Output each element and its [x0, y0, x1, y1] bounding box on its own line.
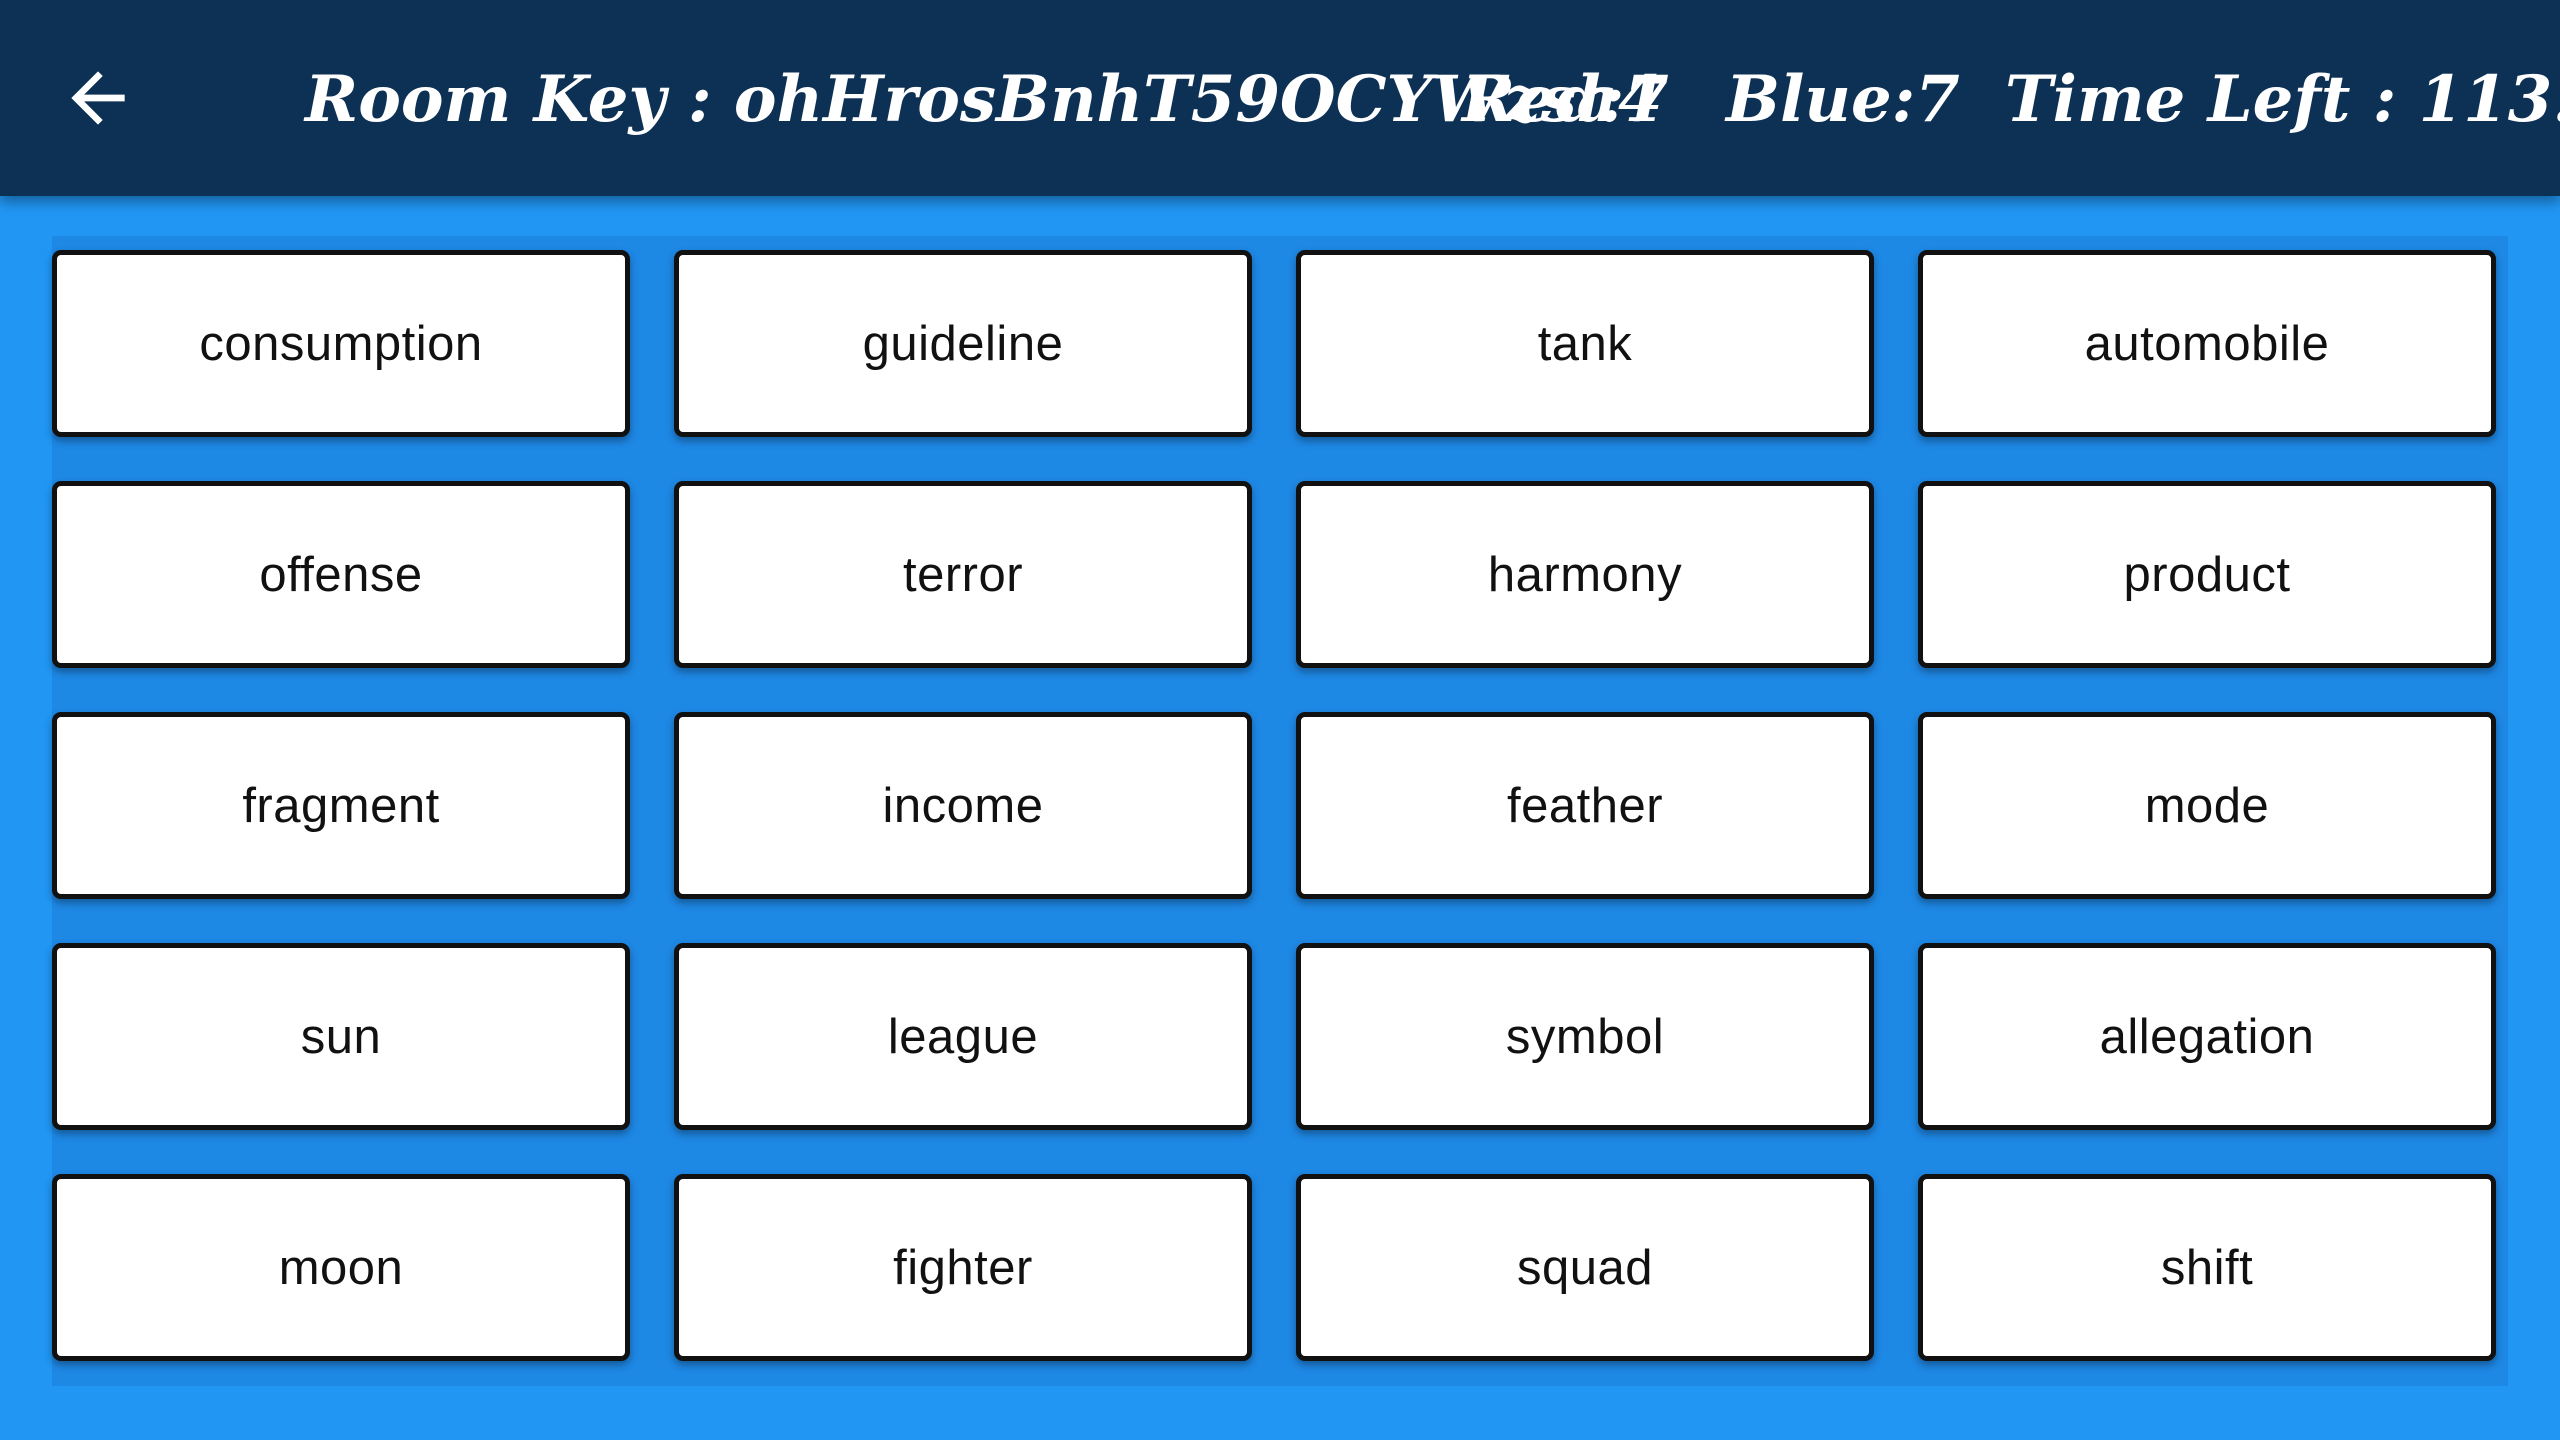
- word-card[interactable]: league: [674, 943, 1252, 1130]
- word-card[interactable]: fragment: [52, 712, 630, 899]
- word-card-label: allegation: [2099, 1009, 2315, 1064]
- app-bar: Room Key : ohHrosBnhT59OCYWzsa4 Red:7 Bl…: [0, 0, 2560, 196]
- room-key-label: Room Key : ohHrosBnhT59OCYWzsa4: [305, 62, 1663, 137]
- word-card-label: mode: [2144, 778, 2270, 833]
- word-card[interactable]: mode: [1918, 712, 2496, 899]
- word-card[interactable]: feather: [1296, 712, 1874, 899]
- word-card-label: shift: [2160, 1240, 2254, 1295]
- word-card[interactable]: income: [674, 712, 1252, 899]
- word-card[interactable]: symbol: [1296, 943, 1874, 1130]
- word-card[interactable]: squad: [1296, 1174, 1874, 1361]
- word-card[interactable]: guideline: [674, 250, 1252, 437]
- word-card-label: income: [882, 778, 1044, 833]
- word-card-label: moon: [278, 1240, 404, 1295]
- word-card-label: fighter: [893, 1240, 1033, 1295]
- arrow-left-icon: [71, 71, 125, 125]
- word-card[interactable]: shift: [1918, 1174, 2496, 1361]
- word-card-label: automobile: [2084, 316, 2330, 371]
- time-left: Time Left : 113.0: [2005, 62, 2560, 137]
- word-card[interactable]: tank: [1296, 250, 1874, 437]
- word-card-label: guideline: [862, 316, 1064, 371]
- red-score: Red:7: [1462, 62, 1669, 137]
- word-card-label: symbol: [1505, 1009, 1665, 1064]
- word-card-label: feather: [1506, 778, 1664, 833]
- word-card[interactable]: sun: [52, 943, 630, 1130]
- word-card[interactable]: offense: [52, 481, 630, 668]
- word-card[interactable]: allegation: [1918, 943, 2496, 1130]
- word-card-label: fragment: [242, 778, 440, 833]
- word-card-label: offense: [259, 547, 423, 602]
- word-card-label: squad: [1516, 1240, 1653, 1295]
- word-board: consumption guideline tank automobile offens…: [52, 236, 2508, 1386]
- word-card[interactable]: moon: [52, 1174, 630, 1361]
- word-card-label: product: [2123, 547, 2291, 602]
- word-card-label: tank: [1537, 316, 1633, 371]
- word-card-label: league: [887, 1009, 1039, 1064]
- word-card-label: harmony: [1487, 547, 1683, 602]
- word-card-label: sun: [300, 1009, 382, 1064]
- word-card-label: consumption: [199, 316, 483, 371]
- word-card[interactable]: terror: [674, 481, 1252, 668]
- word-card[interactable]: consumption: [52, 250, 630, 437]
- word-card[interactable]: fighter: [674, 1174, 1252, 1361]
- word-card-label: terror: [902, 547, 1024, 602]
- blue-score: Blue:7: [1726, 62, 1960, 137]
- back-button[interactable]: [58, 58, 138, 138]
- word-card[interactable]: automobile: [1918, 250, 2496, 437]
- word-card[interactable]: harmony: [1296, 481, 1874, 668]
- word-card[interactable]: product: [1918, 481, 2496, 668]
